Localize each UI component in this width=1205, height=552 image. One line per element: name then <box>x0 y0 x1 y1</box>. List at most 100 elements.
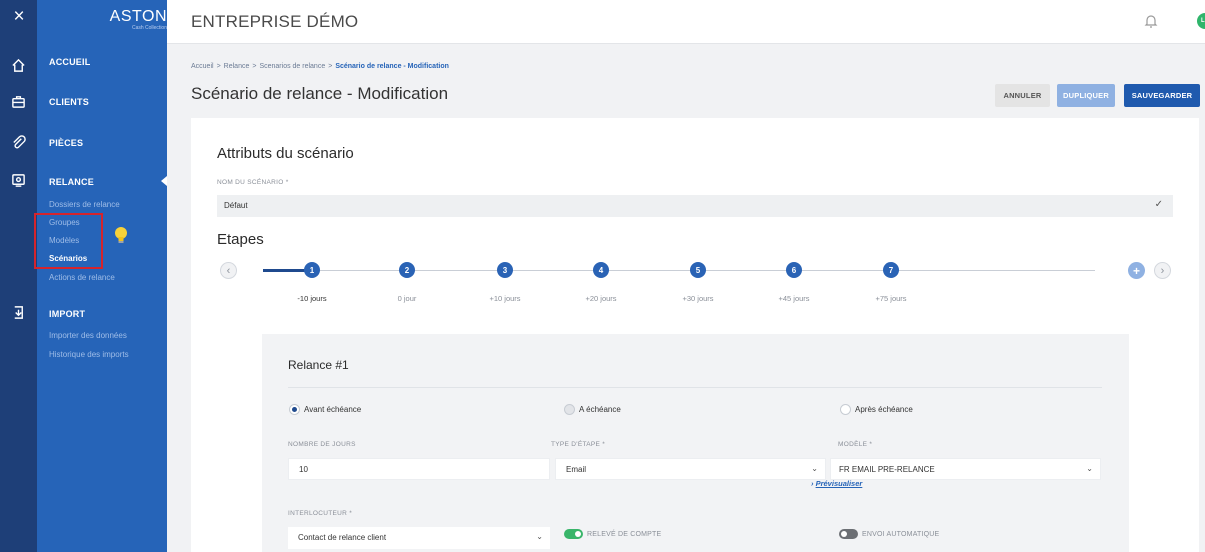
breadcrumb-relance[interactable]: Relance <box>224 63 250 70</box>
step-4[interactable]: 4 <box>593 262 609 278</box>
highlight-box <box>34 213 103 269</box>
auto-send-label: ENVOI AUTOMATIQUE <box>862 530 940 538</box>
model-select[interactable]: FR EMAIL PRE-RELANCE ⌄ <box>830 458 1101 480</box>
duplicate-button[interactable]: DUPLIQUER <box>1057 84 1115 107</box>
days-input[interactable]: 10 <box>288 458 550 480</box>
close-icon[interactable]: × <box>10 7 28 26</box>
step-5[interactable]: 5 <box>690 262 706 278</box>
breadcrumb-separator: > <box>252 63 257 70</box>
chevron-left-icon[interactable]: ‹ <box>220 262 237 279</box>
steps-stepper: ‹ 1 2 3 4 5 6 7 -10 jours 0 jour +10 jou… <box>191 258 1199 308</box>
page-title: Scénario de relance - Modification <box>191 84 449 103</box>
sidebar-item-relance[interactable]: RELANCE <box>49 177 94 187</box>
model-label: MODÈLE * <box>838 441 873 448</box>
scenario-name-label: NOM DU SCÉNARIO * <box>217 179 289 186</box>
contact-label: INTERLOCUTEUR * <box>288 510 353 517</box>
radio-disabled-icon <box>564 404 575 415</box>
chevron-down-icon: ⌄ <box>1086 464 1093 473</box>
step-label-5: +30 jours <box>682 294 714 303</box>
sidebar-active-indicator <box>161 176 167 186</box>
top-header: ENTREPRISE DÉMO LK <box>167 0 1205 44</box>
icon-rail: × <box>0 0 37 552</box>
sidebar-item-import[interactable]: IMPORT <box>49 309 85 319</box>
sidebar: ASTON Cash Collection ACCUEIL CLIENTS PI… <box>37 0 167 552</box>
radio-empty-icon <box>840 404 851 415</box>
toggle-on-icon <box>564 529 583 539</box>
steps-title: Etapes <box>217 231 264 248</box>
step-label-2: 0 jour <box>397 294 417 303</box>
sidebar-item-pieces[interactable]: PIÈCES <box>49 138 83 148</box>
sidebar-subitem-importer[interactable]: Importer des données <box>49 331 127 340</box>
scenario-card: Attributs du scénario NOM DU SCÉNARIO * … <box>191 118 1199 552</box>
paperclip-icon[interactable] <box>9 133 27 151</box>
chevron-down-icon: ⌄ <box>536 532 543 541</box>
home-icon[interactable] <box>9 56 27 74</box>
logo-text: ASTON <box>109 8 167 25</box>
preview-label: Prévisualiser <box>815 479 863 488</box>
step-type-label: TYPE D'ÉTAPE * <box>551 441 606 448</box>
chevron-right-icon[interactable]: › <box>1154 262 1171 279</box>
radio-selected-icon <box>289 404 300 415</box>
contact-select[interactable]: Contact de relance client ⌄ <box>288 527 550 549</box>
radio-a-echeance[interactable]: A échéance <box>564 404 621 415</box>
days-value: 10 <box>299 465 308 474</box>
step-type-value: Email <box>566 465 587 474</box>
avatar[interactable]: LK <box>1197 13 1205 29</box>
radio-avant-echeance[interactable]: Avant échéance <box>289 404 361 415</box>
breadcrumb-accueil[interactable]: Accueil <box>191 63 214 70</box>
relance-panel: Relance #1 Avant échéance A échéance Apr… <box>262 334 1129 552</box>
contact-value: Contact de relance client <box>298 533 387 542</box>
step-1[interactable]: 1 <box>304 262 320 278</box>
step-3[interactable]: 3 <box>497 262 513 278</box>
sidebar-item-clients[interactable]: CLIENTS <box>49 97 89 107</box>
statement-toggle[interactable]: RELEVÉ DE COMPTE <box>564 529 661 539</box>
radio-apres-echeance[interactable]: Après échéance <box>840 404 913 415</box>
stepper-track <box>263 270 1095 271</box>
logo-subtitle: Cash Collection <box>131 25 167 31</box>
company-name: ENTREPRISE DÉMO <box>191 12 359 31</box>
step-label-4: +20 jours <box>585 294 617 303</box>
statement-label: RELEVÉ DE COMPTE <box>587 530 662 538</box>
toggle-off-icon <box>839 529 858 539</box>
lightbulb-icon <box>115 227 127 243</box>
sidebar-subitem-historique[interactable]: Historique des imports <box>49 350 129 359</box>
chevron-down-icon: ⌄ <box>811 464 818 473</box>
add-step-button[interactable]: + <box>1128 262 1145 279</box>
bell-icon[interactable] <box>1143 13 1159 29</box>
sidebar-subitem-dossiers[interactable]: Dossiers de relance <box>49 200 120 209</box>
breadcrumb-current: Scénario de relance - Modification <box>335 63 449 70</box>
breadcrumb-separator: > <box>216 63 221 70</box>
relance-title: Relance #1 <box>288 358 349 372</box>
preview-link[interactable]: › Prévisualiser <box>811 479 862 488</box>
step-2[interactable]: 2 <box>399 262 415 278</box>
scenario-name-value: Défaut <box>224 201 248 210</box>
breadcrumb-separator: > <box>328 63 333 70</box>
logo[interactable]: ASTON Cash Collection <box>37 8 167 32</box>
radio-label-avant: Avant échéance <box>304 405 362 414</box>
model-value: FR EMAIL PRE-RELANCE <box>839 465 935 474</box>
save-button[interactable]: SAUVEGARDER <box>1124 84 1200 107</box>
step-type-select[interactable]: Email ⌄ <box>555 458 826 480</box>
step-6[interactable]: 6 <box>786 262 802 278</box>
briefcase-icon[interactable] <box>9 92 27 110</box>
cancel-button[interactable]: ANNULER <box>995 84 1050 107</box>
attributes-title: Attributs du scénario <box>217 145 354 162</box>
radio-label-apres: Après échéance <box>855 405 913 414</box>
check-icon: ✓ <box>1154 199 1163 210</box>
step-label-6: +45 jours <box>778 294 810 303</box>
import-icon[interactable] <box>9 303 27 321</box>
relance-icon[interactable] <box>9 171 27 189</box>
step-7[interactable]: 7 <box>883 262 899 278</box>
step-label-1: -10 jours <box>297 294 327 303</box>
step-label-7: +75 jours <box>875 294 907 303</box>
auto-send-toggle[interactable]: ENVOI AUTOMATIQUE <box>839 529 939 539</box>
breadcrumb-scenarios[interactable]: Scenarios de relance <box>259 63 325 70</box>
step-label-3: +10 jours <box>489 294 521 303</box>
radio-label-a: A échéance <box>579 405 621 414</box>
breadcrumb: Accueil > Relance > Scenarios de relance > Scé… <box>191 63 449 70</box>
scenario-name-field[interactable]: Défaut ✓ <box>217 195 1173 217</box>
days-label: NOMBRE DE JOURS <box>288 441 356 448</box>
sidebar-item-accueil[interactable]: ACCUEIL <box>49 57 90 67</box>
divider <box>288 387 1102 388</box>
sidebar-subitem-actions[interactable]: Actions de relance <box>49 273 115 282</box>
